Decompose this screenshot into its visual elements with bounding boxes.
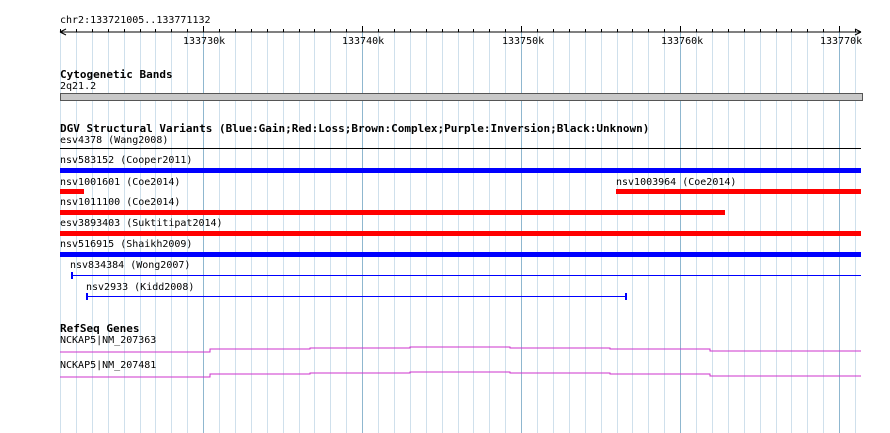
- variant-endcap: [86, 293, 88, 300]
- gene-model-nm-207363: [60, 346, 861, 353]
- variant-bar-gain[interactable]: [60, 168, 861, 173]
- ruler-tick-label: 133730k: [183, 36, 226, 47]
- variant-endcap: [625, 293, 627, 300]
- variant-bar-loss[interactable]: [616, 189, 861, 194]
- variant-label[interactable]: nsv583152 (Cooper2011): [60, 155, 192, 167]
- cytoband-bar[interactable]: [60, 93, 863, 101]
- cytoband-label[interactable]: 2q21.2: [60, 81, 96, 93]
- refseq-track-title[interactable]: RefSeq Genes: [60, 322, 139, 335]
- variant-label[interactable]: nsv1003964 (Coe2014): [616, 177, 736, 189]
- variant-bar-gain[interactable]: [60, 252, 861, 257]
- variant-label[interactable]: nsv2933 (Kidd2008): [86, 282, 194, 294]
- gene-model-nm-207481: [60, 371, 861, 378]
- ruler-tick-label: 133760k: [661, 36, 704, 47]
- variant-label[interactable]: esv4378 (Wang2008): [60, 135, 168, 147]
- dgv-track-title[interactable]: DGV Structural Variants (Blue:Gain;Red:L…: [60, 122, 649, 135]
- variant-label[interactable]: nsv834384 (Wong2007): [70, 260, 190, 272]
- ruler-axis: [59, 26, 862, 36]
- cytoband-track-title[interactable]: Cytogenetic Bands: [60, 68, 173, 81]
- variant-label[interactable]: esv3893403 (Suktitipat2014): [60, 218, 223, 230]
- variant-bar-loss[interactable]: [60, 231, 861, 236]
- variant-line[interactable]: [60, 148, 861, 149]
- ruler-tick-label: 133740k: [342, 36, 385, 47]
- variant-line-gain[interactable]: [86, 296, 627, 297]
- variant-bar-loss[interactable]: [60, 189, 84, 194]
- ruler-tick-label: 133750k: [502, 36, 545, 47]
- gene-models[interactable]: [0, 340, 890, 420]
- variant-label[interactable]: nsv1011100 (Coe2014): [60, 197, 180, 209]
- variant-label[interactable]: nsv1001601 (Coe2014): [60, 177, 180, 189]
- ruler-tick-label: 133770k: [820, 36, 863, 47]
- variant-endcap: [71, 272, 73, 279]
- variant-label[interactable]: nsv516915 (Shaikh2009): [60, 239, 192, 251]
- variant-line-gain[interactable]: [71, 275, 861, 276]
- variant-bar-loss[interactable]: [60, 210, 725, 215]
